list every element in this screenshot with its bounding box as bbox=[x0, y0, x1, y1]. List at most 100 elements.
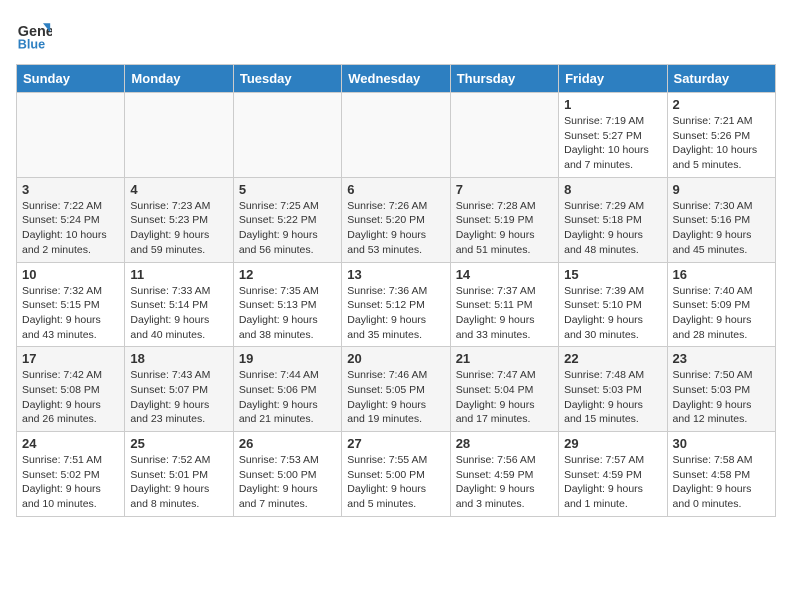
calendar-day: 16Sunrise: 7:40 AM Sunset: 5:09 PM Dayli… bbox=[667, 262, 775, 347]
day-header-sunday: Sunday bbox=[17, 65, 125, 93]
day-number: 16 bbox=[673, 267, 770, 282]
day-info: Sunrise: 7:53 AM Sunset: 5:00 PM Dayligh… bbox=[239, 453, 336, 512]
calendar-day: 4 Sunrise: 7:23 AM Sunset: 5:23 PM Daylig… bbox=[125, 177, 233, 262]
calendar-week-3: 10Sunrise: 7:32 AM Sunset: 5:15 PM Dayli… bbox=[17, 262, 776, 347]
calendar-week-2: 3 Sunrise: 7:22 AM Sunset: 5:24 PM Daylig… bbox=[17, 177, 776, 262]
day-info: Sunrise: 7:48 AM Sunset: 5:03 PM Dayligh… bbox=[564, 368, 661, 427]
day-number: 12 bbox=[239, 267, 336, 282]
day-info: Sunrise: 7:47 AM Sunset: 5:04 PM Dayligh… bbox=[456, 368, 553, 427]
day-number: 23 bbox=[673, 351, 770, 366]
day-info: Sunrise: 7:51 AM Sunset: 5:02 PM Dayligh… bbox=[22, 453, 119, 512]
day-info: Sunrise: 7:57 AM Sunset: 4:59 PM Dayligh… bbox=[564, 453, 661, 512]
day-number: 4 bbox=[130, 182, 227, 197]
calendar-day: 1Sunrise: 7:19 AM Sunset: 5:27 PM Daylig… bbox=[559, 93, 667, 178]
day-number: 8 bbox=[564, 182, 661, 197]
day-number: 28 bbox=[456, 436, 553, 451]
calendar-day: 28 Sunrise: 7:56 AM Sunset: 4:59 PM Dayli… bbox=[450, 432, 558, 517]
day-number: 26 bbox=[239, 436, 336, 451]
calendar-week-4: 17 Sunrise: 7:42 AM Sunset: 5:08 PM Dayli… bbox=[17, 347, 776, 432]
day-info: Sunrise: 7:55 AM Sunset: 5:00 PM Dayligh… bbox=[347, 453, 444, 512]
calendar-day: 3 Sunrise: 7:22 AM Sunset: 5:24 PM Daylig… bbox=[17, 177, 125, 262]
day-info: Sunrise: 7:37 AM Sunset: 5:11 PM Dayligh… bbox=[456, 284, 553, 343]
calendar-day: 21 Sunrise: 7:47 AM Sunset: 5:04 PM Dayli… bbox=[450, 347, 558, 432]
day-number: 10 bbox=[22, 267, 119, 282]
calendar-day: 14 Sunrise: 7:37 AM Sunset: 5:11 PM Dayli… bbox=[450, 262, 558, 347]
calendar-day: 9 Sunrise: 7:30 AM Sunset: 5:16 PM Daylig… bbox=[667, 177, 775, 262]
day-number: 3 bbox=[22, 182, 119, 197]
day-number: 14 bbox=[456, 267, 553, 282]
logo-icon: General Blue bbox=[16, 16, 52, 52]
day-info: Sunrise: 7:58 AM Sunset: 4:58 PM Dayligh… bbox=[673, 453, 770, 512]
day-number: 22 bbox=[564, 351, 661, 366]
day-info: Sunrise: 7:23 AM Sunset: 5:23 PM Dayligh… bbox=[130, 199, 227, 258]
day-info: Sunrise: 7:29 AM Sunset: 5:18 PM Dayligh… bbox=[564, 199, 661, 258]
calendar-day: 20 Sunrise: 7:46 AM Sunset: 5:05 PM Dayli… bbox=[342, 347, 450, 432]
calendar-day: 24Sunrise: 7:51 AM Sunset: 5:02 PM Dayli… bbox=[17, 432, 125, 517]
calendar-day: 12 Sunrise: 7:35 AM Sunset: 5:13 PM Dayli… bbox=[233, 262, 341, 347]
logo: General Blue bbox=[16, 16, 52, 52]
day-info: Sunrise: 7:33 AM Sunset: 5:14 PM Dayligh… bbox=[130, 284, 227, 343]
day-info: Sunrise: 7:56 AM Sunset: 4:59 PM Dayligh… bbox=[456, 453, 553, 512]
calendar-day bbox=[233, 93, 341, 178]
day-info: Sunrise: 7:39 AM Sunset: 5:10 PM Dayligh… bbox=[564, 284, 661, 343]
day-info: Sunrise: 7:30 AM Sunset: 5:16 PM Dayligh… bbox=[673, 199, 770, 258]
day-info: Sunrise: 7:21 AM Sunset: 5:26 PM Dayligh… bbox=[673, 114, 770, 173]
calendar-header-row: SundayMondayTuesdayWednesdayThursdayFrid… bbox=[17, 65, 776, 93]
day-header-thursday: Thursday bbox=[450, 65, 558, 93]
calendar-day: 11 Sunrise: 7:33 AM Sunset: 5:14 PM Dayli… bbox=[125, 262, 233, 347]
day-number: 17 bbox=[22, 351, 119, 366]
day-info: Sunrise: 7:42 AM Sunset: 5:08 PM Dayligh… bbox=[22, 368, 119, 427]
calendar-day: 26 Sunrise: 7:53 AM Sunset: 5:00 PM Dayli… bbox=[233, 432, 341, 517]
day-header-tuesday: Tuesday bbox=[233, 65, 341, 93]
calendar-day: 2 Sunrise: 7:21 AM Sunset: 5:26 PM Daylig… bbox=[667, 93, 775, 178]
day-info: Sunrise: 7:50 AM Sunset: 5:03 PM Dayligh… bbox=[673, 368, 770, 427]
day-number: 18 bbox=[130, 351, 227, 366]
calendar-day: 8 Sunrise: 7:29 AM Sunset: 5:18 PM Daylig… bbox=[559, 177, 667, 262]
day-number: 13 bbox=[347, 267, 444, 282]
day-info: Sunrise: 7:28 AM Sunset: 5:19 PM Dayligh… bbox=[456, 199, 553, 258]
day-number: 21 bbox=[456, 351, 553, 366]
calendar-day bbox=[17, 93, 125, 178]
calendar-day: 5 Sunrise: 7:25 AM Sunset: 5:22 PM Daylig… bbox=[233, 177, 341, 262]
day-number: 27 bbox=[347, 436, 444, 451]
svg-text:Blue: Blue bbox=[18, 37, 45, 51]
day-number: 2 bbox=[673, 97, 770, 112]
day-number: 29 bbox=[564, 436, 661, 451]
day-number: 7 bbox=[456, 182, 553, 197]
page-header: General Blue bbox=[16, 16, 776, 52]
calendar-day: 29 Sunrise: 7:57 AM Sunset: 4:59 PM Dayli… bbox=[559, 432, 667, 517]
calendar-table: SundayMondayTuesdayWednesdayThursdayFrid… bbox=[16, 64, 776, 517]
day-info: Sunrise: 7:43 AM Sunset: 5:07 PM Dayligh… bbox=[130, 368, 227, 427]
day-info: Sunrise: 7:25 AM Sunset: 5:22 PM Dayligh… bbox=[239, 199, 336, 258]
day-header-saturday: Saturday bbox=[667, 65, 775, 93]
calendar-day: 19 Sunrise: 7:44 AM Sunset: 5:06 PM Dayli… bbox=[233, 347, 341, 432]
calendar-day: 18 Sunrise: 7:43 AM Sunset: 5:07 PM Dayli… bbox=[125, 347, 233, 432]
day-header-wednesday: Wednesday bbox=[342, 65, 450, 93]
day-number: 25 bbox=[130, 436, 227, 451]
calendar-day: 15 Sunrise: 7:39 AM Sunset: 5:10 PM Dayli… bbox=[559, 262, 667, 347]
day-info: Sunrise: 7:26 AM Sunset: 5:20 PM Dayligh… bbox=[347, 199, 444, 258]
day-info: Sunrise: 7:35 AM Sunset: 5:13 PM Dayligh… bbox=[239, 284, 336, 343]
day-header-monday: Monday bbox=[125, 65, 233, 93]
calendar-day: 27 Sunrise: 7:55 AM Sunset: 5:00 PM Dayli… bbox=[342, 432, 450, 517]
calendar-day: 10Sunrise: 7:32 AM Sunset: 5:15 PM Dayli… bbox=[17, 262, 125, 347]
day-number: 15 bbox=[564, 267, 661, 282]
day-number: 9 bbox=[673, 182, 770, 197]
day-info: Sunrise: 7:22 AM Sunset: 5:24 PM Dayligh… bbox=[22, 199, 119, 258]
calendar-week-5: 24Sunrise: 7:51 AM Sunset: 5:02 PM Dayli… bbox=[17, 432, 776, 517]
day-info: Sunrise: 7:52 AM Sunset: 5:01 PM Dayligh… bbox=[130, 453, 227, 512]
day-info: Sunrise: 7:44 AM Sunset: 5:06 PM Dayligh… bbox=[239, 368, 336, 427]
calendar-week-1: 1Sunrise: 7:19 AM Sunset: 5:27 PM Daylig… bbox=[17, 93, 776, 178]
day-info: Sunrise: 7:36 AM Sunset: 5:12 PM Dayligh… bbox=[347, 284, 444, 343]
day-number: 20 bbox=[347, 351, 444, 366]
day-number: 11 bbox=[130, 267, 227, 282]
calendar-day: 25 Sunrise: 7:52 AM Sunset: 5:01 PM Dayli… bbox=[125, 432, 233, 517]
day-info: Sunrise: 7:46 AM Sunset: 5:05 PM Dayligh… bbox=[347, 368, 444, 427]
day-number: 19 bbox=[239, 351, 336, 366]
calendar-day: 17 Sunrise: 7:42 AM Sunset: 5:08 PM Dayli… bbox=[17, 347, 125, 432]
calendar-day: 23 Sunrise: 7:50 AM Sunset: 5:03 PM Dayli… bbox=[667, 347, 775, 432]
calendar-day: 6 Sunrise: 7:26 AM Sunset: 5:20 PM Daylig… bbox=[342, 177, 450, 262]
day-number: 5 bbox=[239, 182, 336, 197]
calendar-day bbox=[342, 93, 450, 178]
day-number: 6 bbox=[347, 182, 444, 197]
